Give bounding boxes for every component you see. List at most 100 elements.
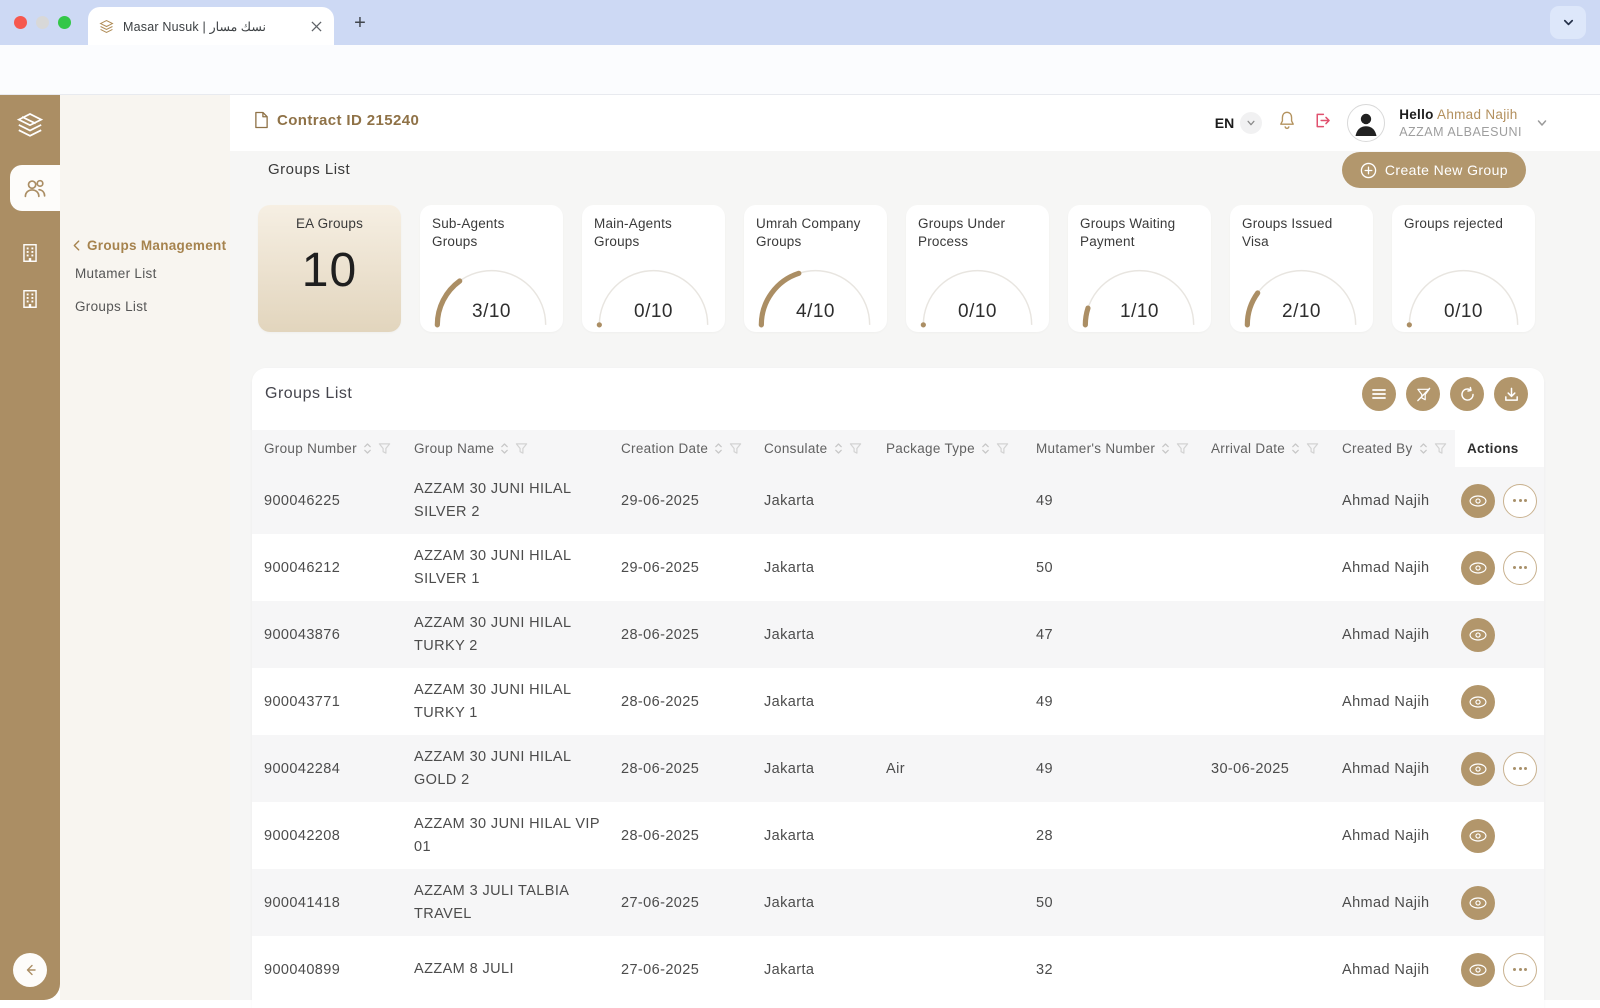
minimize-window-button[interactable] — [36, 16, 49, 29]
table-body: 900046225 AZZAM 30 JUNI HILAL SILVER 2 2… — [252, 467, 1544, 1003]
language-selector[interactable]: EN — [1215, 112, 1262, 134]
cell-group-name: AZZAM 30 JUNI HILAL VIP 01 — [402, 813, 609, 858]
stat-card[interactable]: Groups Waiting Payment 1/10 — [1068, 205, 1211, 332]
new-tab-button[interactable]: + — [348, 11, 372, 35]
logout-icon[interactable] — [1312, 110, 1333, 136]
sort-icon[interactable] — [1291, 442, 1300, 455]
filter-funnel-icon[interactable] — [1434, 442, 1447, 455]
user-avatar[interactable] — [1347, 104, 1385, 142]
cell-consulate: Jakarta — [752, 493, 874, 509]
view-group-button[interactable] — [1461, 886, 1495, 920]
clear-filters-button[interactable] — [1406, 377, 1440, 411]
contract-id: Contract ID 215240 — [254, 111, 419, 129]
greeting-label: Hello — [1399, 107, 1434, 122]
contract-id-label: Contract ID 215240 — [277, 112, 419, 129]
cell-creation-date: 29-06-2025 — [609, 560, 752, 576]
stat-card[interactable]: Groups Issued Visa 2/10 — [1230, 205, 1373, 332]
filter-funnel-icon[interactable] — [1176, 442, 1189, 455]
filter-funnel-icon[interactable] — [1306, 442, 1319, 455]
stat-card[interactable]: Sub-Agents Groups 3/10 — [420, 205, 563, 332]
filter-funnel-icon[interactable] — [515, 442, 528, 455]
cell-actions — [1455, 953, 1544, 987]
close-window-button[interactable] — [14, 16, 27, 29]
tab-title: Masar Nusuk | نسك مسار — [123, 19, 300, 34]
column-header-package-type[interactable]: Package Type — [874, 430, 1024, 467]
sidebar-section-groups-management[interactable]: Groups Management — [73, 238, 226, 253]
refresh-button[interactable] — [1450, 377, 1484, 411]
table-row: 900040899 AZZAM 8 JULI 27-06-2025 Jakart… — [252, 936, 1544, 1003]
filter-funnel-icon[interactable] — [729, 442, 742, 455]
user-greeting[interactable]: Hello Ahmad Najih AZZAM ALBAESUNI — [1399, 106, 1522, 140]
row-more-actions-button[interactable] — [1503, 953, 1537, 987]
collapse-sidebar-button[interactable] — [13, 953, 47, 987]
row-more-actions-button[interactable] — [1503, 551, 1537, 585]
sort-icon[interactable] — [363, 442, 372, 455]
sort-icon[interactable] — [981, 442, 990, 455]
view-group-button[interactable] — [1461, 953, 1495, 987]
row-more-actions-button[interactable] — [1503, 484, 1537, 518]
user-name: Ahmad Najih — [1437, 107, 1518, 122]
cell-group-number: 900043876 — [252, 627, 402, 643]
chevron-down-icon — [1240, 112, 1262, 134]
download-button[interactable] — [1494, 377, 1528, 411]
stat-card[interactable]: Groups rejected 0/10 — [1392, 205, 1535, 332]
view-group-button[interactable] — [1461, 685, 1495, 719]
cell-group-number: 900046225 — [252, 493, 402, 509]
create-new-group-button[interactable]: Create New Group — [1342, 152, 1526, 188]
nav-company-icon[interactable] — [0, 230, 60, 276]
cell-created-by: Ahmad Najih — [1330, 694, 1455, 710]
nav-branch-icon[interactable] — [0, 276, 60, 322]
view-group-button[interactable] — [1461, 819, 1495, 853]
view-group-button[interactable] — [1461, 551, 1495, 585]
column-header-group-name[interactable]: Group Name — [402, 430, 609, 467]
sort-icon[interactable] — [834, 442, 843, 455]
notifications-bell-icon[interactable] — [1276, 109, 1298, 137]
column-header-created-by[interactable]: Created By — [1330, 430, 1455, 467]
stat-card[interactable]: Main-Agents Groups 0/10 — [582, 205, 725, 332]
cell-group-name: AZZAM 30 JUNI HILAL SILVER 1 — [402, 545, 609, 590]
cell-consulate: Jakarta — [752, 962, 874, 978]
cell-package-type: Air — [874, 761, 1024, 777]
tab-search-chevron-icon[interactable] — [1550, 6, 1586, 39]
cell-actions — [1455, 752, 1544, 786]
filter-funnel-icon[interactable] — [996, 442, 1009, 455]
table-menu-button[interactable] — [1362, 377, 1396, 411]
view-group-button[interactable] — [1461, 484, 1495, 518]
company-name: AZZAM ALBAESUNI — [1399, 124, 1522, 140]
maximize-window-button[interactable] — [58, 16, 71, 29]
cell-group-number: 900046212 — [252, 560, 402, 576]
nav-groups-icon[interactable] — [10, 165, 60, 211]
filter-funnel-icon[interactable] — [378, 442, 391, 455]
sort-icon[interactable] — [1419, 442, 1428, 455]
ellipsis-icon — [1513, 499, 1527, 502]
sidebar-item-groups-list[interactable]: Groups List — [75, 299, 147, 314]
cell-creation-date: 27-06-2025 — [609, 895, 752, 911]
column-header-creation-date[interactable]: Creation Date — [609, 430, 752, 467]
view-group-button[interactable] — [1461, 618, 1495, 652]
column-header-consulate[interactable]: Consulate — [752, 430, 874, 467]
sort-icon[interactable] — [1161, 442, 1170, 455]
sort-icon[interactable] — [500, 442, 509, 455]
sidebar-item-mutamer-list[interactable]: Mutamer List — [75, 266, 157, 281]
filter-funnel-icon[interactable] — [849, 442, 862, 455]
cell-created-by: Ahmad Najih — [1330, 828, 1455, 844]
browser-tab[interactable]: Masar Nusuk | نسك مسار — [88, 7, 334, 45]
stat-card[interactable]: EA Groups 10 — [258, 205, 401, 332]
row-more-actions-button[interactable] — [1503, 752, 1537, 786]
column-header-mutamer-number[interactable]: Mutamer's Number — [1024, 430, 1199, 467]
column-header-arrival-date[interactable]: Arrival Date — [1199, 430, 1330, 467]
column-header-group-number[interactable]: Group Number — [252, 430, 402, 467]
user-menu-chevron-icon[interactable] — [1536, 117, 1548, 129]
stat-card[interactable]: Umrah Company Groups 4/10 — [744, 205, 887, 332]
sort-icon[interactable] — [714, 442, 723, 455]
stat-card-label: EA Groups — [270, 215, 389, 233]
table-row: 900046225 AZZAM 30 JUNI HILAL SILVER 2 2… — [252, 467, 1544, 534]
cell-consulate: Jakarta — [752, 560, 874, 576]
close-tab-icon[interactable] — [308, 18, 324, 34]
table-row: 900041418 AZZAM 3 JULI TALBIA TRAVEL 27-… — [252, 869, 1544, 936]
stat-card-label: Umrah Company Groups — [756, 215, 875, 250]
stat-card[interactable]: Groups Under Process 0/10 — [906, 205, 1049, 332]
cell-group-number: 900043771 — [252, 694, 402, 710]
cell-consulate: Jakarta — [752, 761, 874, 777]
view-group-button[interactable] — [1461, 752, 1495, 786]
